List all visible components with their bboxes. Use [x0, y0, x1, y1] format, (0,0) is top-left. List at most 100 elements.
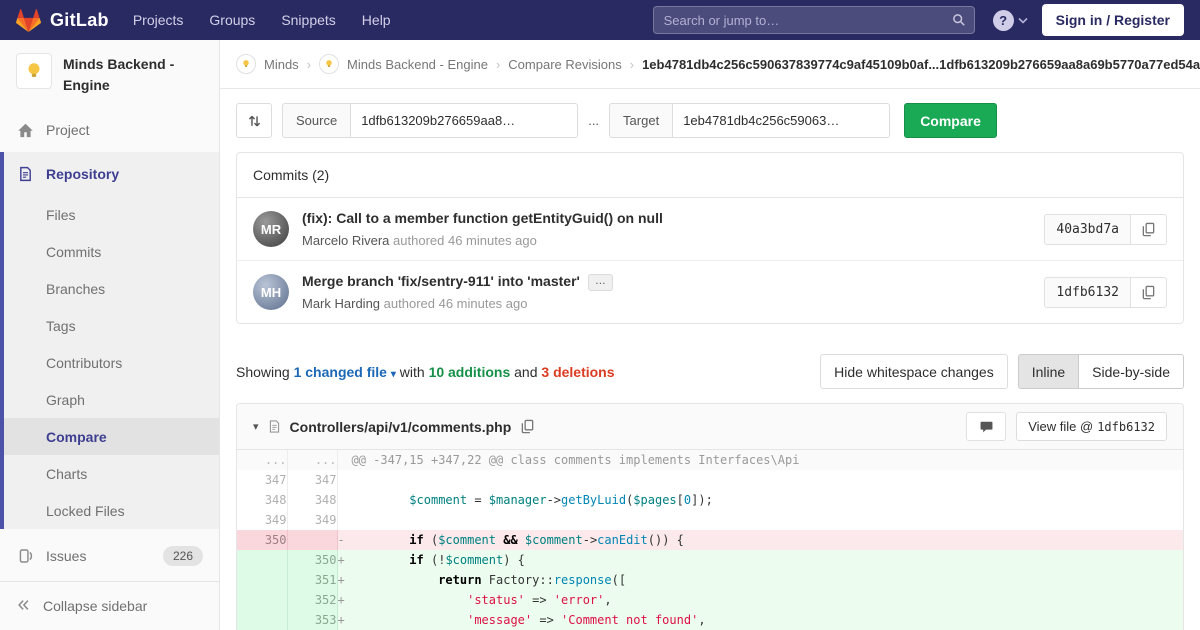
collapse-sidebar-button[interactable]: Collapse sidebar: [0, 581, 219, 630]
sidebar-item-repository[interactable]: Repository: [4, 152, 219, 196]
copy-sha-button[interactable]: [1131, 276, 1167, 308]
diff-line-ctx: 347 347: [237, 470, 1183, 490]
sidebar-item-charts[interactable]: Charts: [4, 455, 219, 492]
nav-groups[interactable]: Groups: [209, 12, 255, 28]
help-icon: ?: [992, 9, 1014, 31]
copy-sha-button[interactable]: [1131, 213, 1167, 245]
old-line-number[interactable]: [237, 550, 288, 570]
new-line-number[interactable]: ...: [287, 450, 338, 470]
comment-bubble-icon: [980, 421, 993, 432]
breadcrumb-separator: ›: [495, 56, 501, 72]
old-line-number[interactable]: 349: [237, 510, 288, 530]
collapse-diff-caret[interactable]: ▾: [253, 420, 259, 433]
changed-files-dropdown[interactable]: 1 changed file ▾: [294, 364, 396, 380]
search-input[interactable]: [652, 6, 975, 34]
target-ref-input[interactable]: [672, 103, 891, 138]
sidebar-item-branches[interactable]: Branches: [4, 270, 219, 307]
new-line-number[interactable]: 349: [287, 510, 338, 530]
sidebar-item-contributors[interactable]: Contributors: [4, 344, 219, 381]
copy-file-path-button[interactable]: [520, 419, 535, 434]
sidebar-item-issues[interactable]: Issues 226: [0, 534, 219, 578]
new-line-number[interactable]: 353: [287, 610, 338, 630]
commit-authored-time: authored 46 minutes ago: [383, 296, 528, 311]
commit-title-link[interactable]: Merge branch 'fix/sentry-911' into 'mast…: [302, 273, 580, 289]
top-nav-links: Projects Groups Snippets Help: [133, 12, 391, 28]
sidebar-item-project[interactable]: Project: [0, 108, 219, 152]
breadcrumb-current-comparison: 1eb4781db4c256c590637839774c9af45109b0af…: [642, 56, 1200, 72]
new-line-number[interactable]: 351: [287, 570, 338, 590]
collapse-sidebar-label: Collapse sidebar: [43, 598, 148, 614]
diff-table: ...... @@ -347,15 +347,22 @@ class commen…: [237, 450, 1183, 630]
diff-line-add: 353 + 'message' => 'Comment not found',: [237, 610, 1183, 630]
old-line-number[interactable]: ...: [237, 450, 288, 470]
nav-projects[interactable]: Projects: [133, 12, 184, 28]
expand-commit-message-button[interactable]: …: [587, 274, 613, 291]
new-line-number[interactable]: 348: [287, 490, 338, 510]
search-icon: [952, 14, 965, 26]
sidebar-item-files[interactable]: Files: [4, 196, 219, 233]
document-icon: [16, 166, 34, 182]
hide-whitespace-button[interactable]: Hide whitespace changes: [820, 354, 1008, 389]
nav-help[interactable]: Help: [362, 12, 391, 28]
side-by-side-view-button[interactable]: Side-by-side: [1078, 354, 1184, 389]
additions-count: 10 additions: [428, 363, 511, 380]
breadcrumb-project[interactable]: Minds Backend - Engine: [347, 57, 488, 72]
main-content: Minds › Minds Backend - Engine › Compare…: [220, 40, 1200, 630]
commit-author-avatar: MH: [253, 274, 289, 310]
gitlab-wordmark: GitLab: [50, 9, 109, 30]
sidebar-item-graph[interactable]: Graph: [4, 381, 219, 418]
sidebar-item-commits[interactable]: Commits: [4, 233, 219, 270]
view-file-button[interactable]: View file @ 1dfb6132: [1016, 412, 1167, 441]
new-line-number[interactable]: 350: [287, 550, 338, 570]
diff-line-ctx: 349 349: [237, 510, 1183, 530]
commit-title-link[interactable]: (fix): Call to a member function getEnti…: [302, 210, 663, 226]
project-avatar: [16, 53, 52, 89]
diff-line-del: 350 - if ($comment && $comment->canEdit()…: [237, 530, 1183, 550]
target-label: Target: [609, 103, 673, 138]
new-line-number[interactable]: [287, 530, 338, 550]
new-line-number[interactable]: 352: [287, 590, 338, 610]
sidebar-item-label: Issues: [46, 548, 87, 564]
lightbulb-icon: [326, 60, 332, 67]
diff-line-content: + 'status' => 'error',: [337, 590, 1183, 610]
sidebar-item-label: Project: [46, 122, 90, 138]
diff-file-panel: ▾ Controllers/api/v1/comments.php View f…: [236, 403, 1184, 630]
source-ref-input[interactable]: [350, 103, 579, 138]
diff-line-content: @@ -347,15 +347,22 @@ class comments imp…: [337, 450, 1183, 470]
sidebar-item-locked-files[interactable]: Locked Files: [4, 492, 219, 529]
deletions-count: 3 deletions: [541, 363, 615, 380]
commits-panel: Commits (2) MR (fix): Call to a member fu…: [236, 152, 1184, 324]
new-line-number[interactable]: 347: [287, 470, 338, 490]
old-line-number[interactable]: 347: [237, 470, 288, 490]
old-line-number[interactable]: 350: [237, 530, 288, 550]
old-line-number[interactable]: [237, 570, 288, 590]
sidebar: Minds Backend - Engine Project Repositor…: [0, 40, 220, 630]
compare-form: Source ... Target Compare: [236, 103, 1184, 138]
gitlab-logo[interactable]: GitLab: [16, 8, 109, 32]
and-label: and: [514, 363, 538, 380]
help-menu[interactable]: ?: [992, 9, 1028, 31]
sidebar-item-tags[interactable]: Tags: [4, 307, 219, 344]
old-line-number[interactable]: 348: [237, 490, 288, 510]
inline-view-button[interactable]: Inline: [1017, 354, 1079, 389]
diff-file-path[interactable]: Controllers/api/v1/comments.php: [290, 419, 512, 435]
diff-line-content: + 'message' => 'Comment not found',: [337, 610, 1183, 630]
diff-line-content: + if (!$comment) {: [337, 550, 1183, 570]
commit-author-link[interactable]: Marcelo Rivera: [302, 233, 389, 248]
swap-revisions-button[interactable]: [236, 103, 272, 138]
compare-button[interactable]: Compare: [904, 103, 997, 138]
breadcrumb-section[interactable]: Compare Revisions: [508, 57, 621, 72]
old-line-number[interactable]: [237, 610, 288, 630]
commit-row: MH Merge branch 'fix/sentry-911' into 'ma…: [237, 260, 1183, 323]
commit-author-link[interactable]: Mark Harding: [302, 296, 380, 311]
copy-icon: [1142, 285, 1155, 299]
breadcrumb-group[interactable]: Minds: [264, 57, 299, 72]
nav-snippets[interactable]: Snippets: [281, 12, 335, 28]
source-input-group: Source: [282, 103, 579, 138]
old-line-number[interactable]: [237, 590, 288, 610]
toggle-comments-button[interactable]: [966, 412, 1007, 441]
sign-in-register-button[interactable]: Sign in / Register: [1041, 4, 1184, 36]
sidebar-project-header[interactable]: Minds Backend - Engine: [0, 40, 219, 108]
sidebar-item-compare[interactable]: Compare: [4, 418, 219, 455]
sidebar-repository-section: Repository Files Commits Branches Tags Contr…: [0, 152, 219, 529]
